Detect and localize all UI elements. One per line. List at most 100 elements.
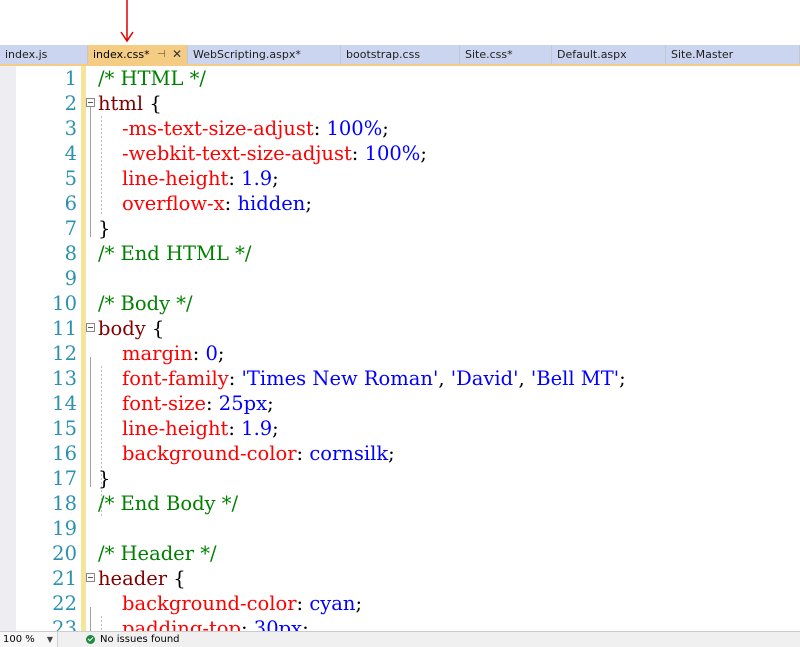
code-editor[interactable]: 1/* HTML */2 html {3 -ms-text-size-adjust:… (0, 66, 800, 631)
pin-icon[interactable]: ⊣ (157, 45, 166, 64)
code-token: ; (619, 367, 626, 390)
code-text: } (98, 466, 110, 491)
tab-index-css[interactable]: index.css* ⊣ ✕ (88, 45, 188, 64)
code-line[interactable]: 23 padding-top: 30px; (0, 616, 800, 631)
code-token: } (98, 467, 111, 490)
code-token: background-color (122, 442, 297, 465)
code-text: html { (98, 91, 162, 116)
code-line[interactable]: 13 font-family: 'Times New Roman', 'David… (0, 366, 800, 391)
code-line[interactable]: 17} (0, 466, 800, 491)
line-number: 14 (52, 392, 77, 415)
code-token: ; (217, 342, 225, 365)
line-number: 11 (52, 317, 77, 340)
code-token: header (98, 567, 168, 590)
line-number: 10 (52, 292, 77, 315)
line-number: 19 (52, 517, 77, 540)
code-line[interactable]: 3 -ms-text-size-adjust: 100%; (0, 116, 800, 141)
code-token: : (192, 342, 206, 365)
code-line[interactable]: 1 /* HTML */ (0, 66, 800, 91)
code-token: ; (272, 417, 279, 440)
code-line[interactable]: 4 -webkit-text-size-adjust: 100%; (0, 141, 800, 166)
code-token: 'Bell MT' (530, 367, 620, 390)
code-text: /* Header */ (98, 541, 217, 566)
code-line[interactable]: 15 line-height: 1.9; (0, 416, 800, 441)
code-line[interactable]: 20 /* Header */ (0, 541, 800, 566)
collapse-icon[interactable] (86, 573, 95, 582)
line-number: 2 (64, 92, 77, 115)
code-token: background-color (122, 592, 297, 615)
line-number: 22 (52, 592, 77, 615)
editor-status-bar: 100 % ▼ No issues found (0, 631, 800, 647)
code-text: margin: 0; (122, 341, 225, 366)
line-number: 16 (52, 442, 77, 465)
code-token: : (313, 117, 327, 140)
code-token: : (228, 417, 242, 440)
code-token: ; (382, 117, 389, 140)
code-token: : (241, 617, 254, 631)
code-token: : (228, 167, 242, 190)
tab-index-js[interactable]: index.js (0, 45, 88, 64)
collapse-icon[interactable] (86, 323, 95, 332)
code-line[interactable]: 2 html { (0, 91, 800, 116)
code-token: cyan (309, 592, 356, 615)
tab-site-master[interactable]: Site.Master (666, 45, 800, 64)
code-text: } (98, 216, 110, 241)
code-text: background-color: cornsilk; (122, 441, 395, 466)
code-line[interactable]: 19 (0, 516, 800, 541)
code-token: html (98, 92, 144, 115)
code-line[interactable]: 21 header { (0, 566, 800, 591)
code-token: ; (420, 142, 427, 165)
chevron-down-icon: ▼ (46, 635, 53, 644)
zoom-level: 100 % (3, 634, 35, 645)
close-icon[interactable]: ✕ (172, 45, 182, 64)
code-token: 0 (205, 342, 218, 365)
tab-bootstrap-css[interactable]: bootstrap.css (341, 45, 460, 64)
code-line[interactable]: 12 margin: 0; (0, 341, 800, 366)
line-number: 21 (52, 567, 77, 590)
line-number: 13 (52, 367, 77, 390)
line-number: 15 (52, 417, 77, 440)
code-token: , (438, 367, 451, 390)
code-line[interactable]: 9 (0, 266, 800, 291)
tab-webscripting-aspx[interactable]: WebScripting.aspx* (188, 45, 341, 64)
document-tab-bar: index.js index.css* ⊣ ✕ WebScripting.asp… (0, 45, 800, 66)
code-line[interactable]: 16 background-color: cornsilk; (0, 441, 800, 466)
code-token: 'David' (450, 367, 519, 390)
code-token: 1.9 (241, 417, 273, 440)
issues-status[interactable]: No issues found (100, 632, 180, 647)
code-line[interactable]: 18 /* End Body */ (0, 491, 800, 516)
tab-default-aspx[interactable]: Default.aspx (552, 45, 666, 64)
code-token: : (296, 592, 310, 615)
code-line[interactable]: 6 overflow-x: hidden; (0, 191, 800, 216)
code-token: ; (267, 392, 274, 415)
zoom-dropdown[interactable]: 100 % ▼ (0, 632, 58, 647)
code-token: { (145, 317, 165, 340)
code-token: 30px (253, 617, 303, 631)
code-line[interactable]: 11 body { (0, 316, 800, 341)
code-token: padding-top (122, 617, 241, 631)
code-token: font-family (122, 367, 229, 390)
code-line[interactable]: 5 line-height: 1.9; (0, 166, 800, 191)
code-token: , (518, 367, 531, 390)
code-token: : (228, 367, 242, 390)
code-text: line-height: 1.9; (122, 416, 279, 441)
code-line[interactable]: 22 background-color: cyan; (0, 591, 800, 616)
code-token: body (98, 317, 146, 340)
code-line[interactable]: 8 /* End HTML */ (0, 241, 800, 266)
collapse-icon[interactable] (86, 98, 95, 107)
code-token: 'Times New Roman' (241, 367, 439, 390)
line-number: 20 (52, 542, 77, 565)
line-number: 9 (64, 267, 77, 290)
code-line[interactable]: 14 font-size: 25px; (0, 391, 800, 416)
code-line[interactable]: 7} (0, 216, 800, 241)
code-line[interactable]: 10 /* Body */ (0, 291, 800, 316)
code-token: ; (355, 592, 363, 615)
code-token: : (224, 192, 238, 215)
code-token: line-height (122, 167, 229, 190)
line-number: 23 (52, 617, 77, 631)
check-circle-icon[interactable] (86, 635, 95, 644)
code-text: /* End HTML */ (98, 241, 251, 266)
code-text: font-size: 25px; (122, 391, 274, 416)
tab-site-css[interactable]: Site.css* (460, 45, 552, 64)
code-token: 25px (218, 392, 268, 415)
